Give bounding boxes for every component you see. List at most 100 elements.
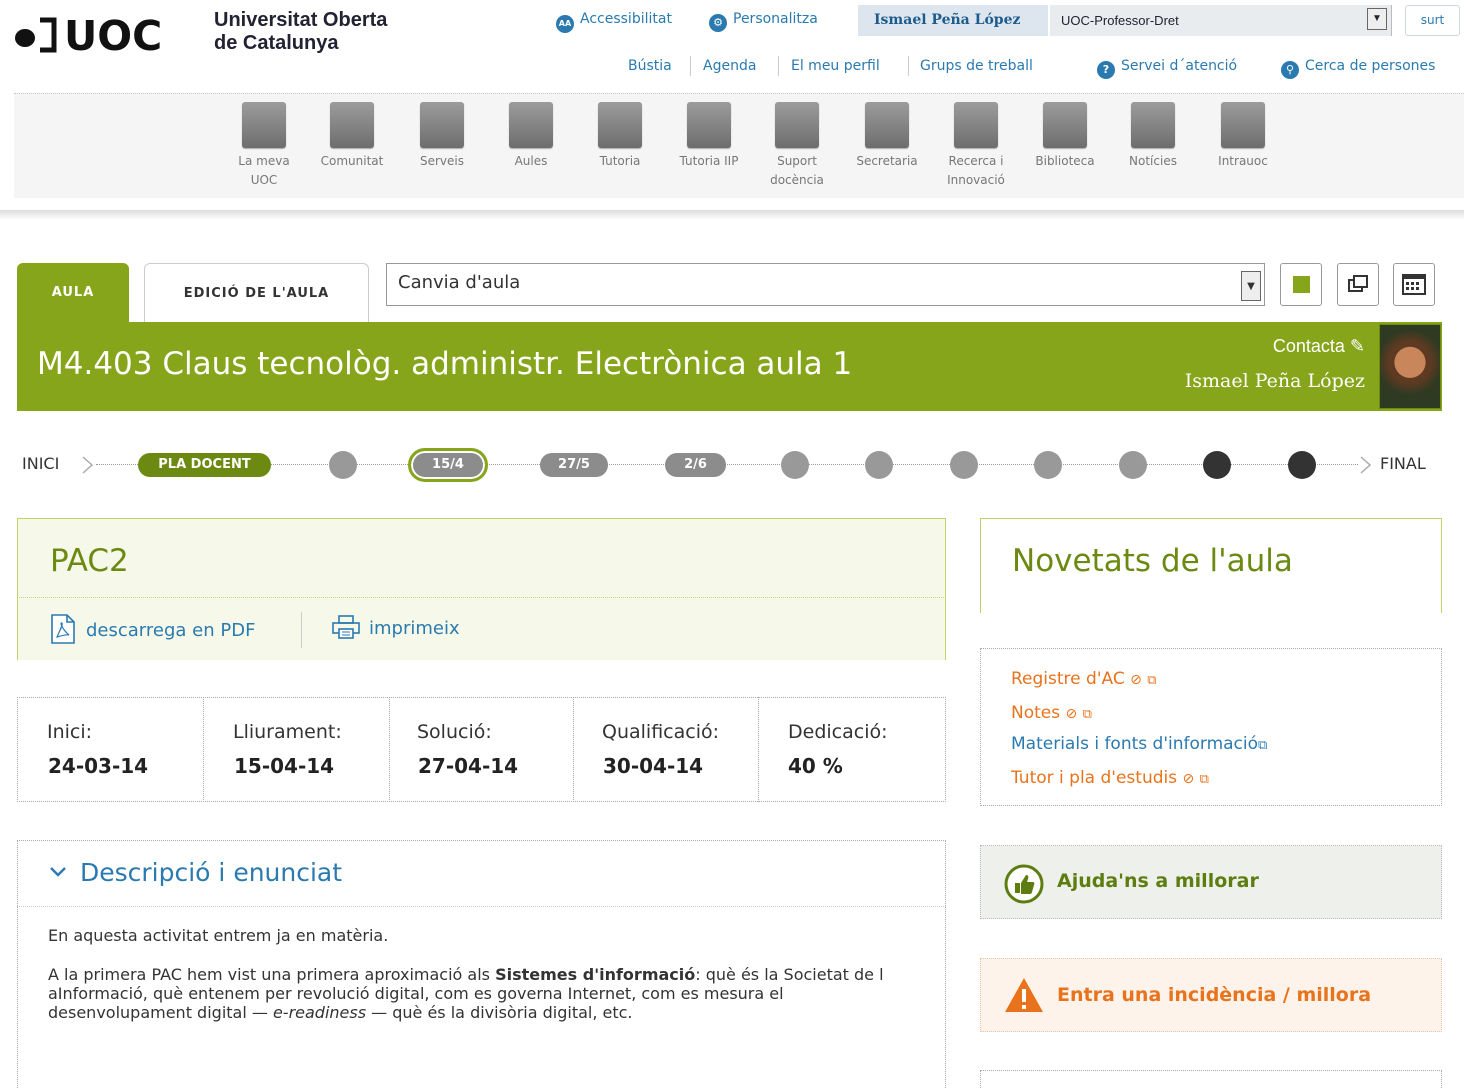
change-classroom-select[interactable]: Canvia d'aula ▼ (386, 263, 1265, 306)
timeline-dot[interactable] (781, 451, 809, 479)
role-select[interactable]: UOC-Professor-Dret ▼ (1050, 5, 1392, 36)
university-name: Universitat Oberta de Catalunya (214, 9, 387, 55)
nav-item-my-uoc[interactable]: La meva UOC (224, 102, 304, 190)
incident-title[interactable]: Entra una incidència / millora (1057, 984, 1371, 1006)
uoc-logo[interactable]: UOC (14, 12, 184, 60)
nav-item-label: Comunitat (320, 154, 384, 168)
description-body: En aquesta activitat entrem ja en matèri… (48, 926, 918, 1022)
calendar-button[interactable] (1393, 263, 1435, 306)
help-icon: ? (1097, 61, 1115, 79)
services-icon (420, 102, 464, 148)
grades-link[interactable]: Notes ⊘ ⧉ (1011, 703, 1092, 723)
tutor-plan-link[interactable]: Tutor i pla d'estudis ⊘ ⧉ (1011, 768, 1209, 788)
date-cell (574, 697, 759, 802)
tab-edit-aula[interactable]: EDICIÓ DE L'AULA (144, 263, 369, 323)
tutor-name[interactable]: Ismael Peña López (1185, 370, 1365, 392)
personalize-link[interactable]: ⚙ Personalitza (709, 11, 818, 32)
date-cell (204, 697, 390, 802)
chevron-down-icon[interactable]: ▼ (1367, 8, 1387, 30)
avatar[interactable] (1379, 324, 1441, 409)
divider (17, 906, 946, 907)
news-title: Novetats de l'aula (1012, 543, 1293, 579)
university-name-line2: de Catalunya (214, 32, 339, 54)
timeline-plan[interactable]: PLA DOCENT (138, 453, 271, 477)
agenda-link[interactable]: Agenda (703, 58, 756, 74)
timeline-dot[interactable] (865, 451, 893, 479)
materials-link[interactable]: Materials i fonts d'informació⧉ (1011, 734, 1267, 754)
tab-aula[interactable]: AULA (17, 263, 129, 323)
service-label: Servei d´atenció (1121, 58, 1238, 74)
download-pdf-label: descarrega en PDF (86, 620, 256, 641)
nav-item-news[interactable]: Notícies (1113, 102, 1193, 171)
download-pdf-link[interactable]: descarrega en PDF (50, 614, 255, 644)
feedback-title[interactable]: Ajuda'ns a millorar (1057, 870, 1259, 892)
view-single-button[interactable] (1280, 263, 1322, 306)
my-profile-link[interactable]: El meu perfil (791, 58, 880, 74)
timeline-dot[interactable] (950, 451, 978, 479)
timeline-start: INICI (22, 454, 60, 473)
user-name[interactable]: Ismael Peña López (858, 5, 1048, 36)
description-paragraph-2: A la primera PAC hem vist una primera ap… (48, 965, 918, 1022)
description-italic: e-readiness (272, 1003, 367, 1022)
work-groups-link[interactable]: Grups de treball (920, 58, 1033, 74)
mailbox-link[interactable]: Bústia (628, 58, 672, 74)
people-search-label: Cerca de persones (1305, 58, 1436, 74)
hidden-eye-icon: ⊘ (1065, 706, 1078, 722)
nav-item-label: Notícies (1129, 154, 1177, 168)
description-title: Descripció i enunciat (80, 858, 343, 887)
nav-item-label: Intrauoc (1218, 154, 1268, 168)
secretariat-icon (865, 102, 909, 148)
divider (778, 56, 779, 76)
tutor-plan-label: Tutor i pla d'estudis (1011, 768, 1178, 788)
nav-item-tutoring-iip[interactable]: Tutoria IIP (669, 102, 749, 171)
service-link[interactable]: ? Servei d´atenció (1097, 58, 1237, 79)
timeline-date-2[interactable]: 27/5 (540, 453, 608, 477)
timeline-dot[interactable] (1034, 451, 1062, 479)
timeline-dot[interactable] (1288, 451, 1316, 479)
chevron-down-icon[interactable]: ▼ (1241, 271, 1261, 301)
nav-item-research[interactable]: Recerca i Innovació (936, 102, 1016, 190)
accessibility-link[interactable]: AA Accessibilitat (556, 11, 672, 33)
news-icon (1131, 102, 1175, 148)
exit-button[interactable]: surt (1405, 5, 1460, 36)
intrauoc-icon (1221, 102, 1265, 148)
nav-item-label: Biblioteca (1035, 154, 1095, 168)
print-link[interactable]: imprimeix (331, 614, 460, 640)
timeline-line (96, 464, 1358, 465)
pencil-icon: ✎ (1349, 336, 1365, 356)
nav-item-secretariat[interactable]: Secretaria (847, 102, 927, 171)
grade-date-value: 30-04-14 (603, 754, 704, 778)
nav-item-library[interactable]: Biblioteca (1025, 102, 1105, 171)
nav-item-teaching-support[interactable]: Suport docència (757, 102, 837, 190)
timeline-dot[interactable] (1119, 451, 1147, 479)
timeline-current[interactable]: 15/4 (408, 448, 488, 482)
tutoring-iip-icon (687, 102, 731, 148)
nav-item-services[interactable]: Serveis (402, 102, 482, 171)
classroom-title: M4.403 Claus tecnològ. administr. Electr… (37, 346, 853, 382)
pdf-icon (51, 614, 75, 644)
divider (17, 597, 946, 598)
nav-item-label: Tutoria IIP (679, 154, 739, 168)
sidebar-panel (980, 1070, 1442, 1088)
description-toggle[interactable]: Descripció i enunciat (48, 858, 342, 887)
external-link-icon: ⧉ (1147, 673, 1157, 688)
ac-register-link[interactable]: Registre d'AC ⊘ ⧉ (1011, 669, 1157, 689)
start-date-value: 24-03-14 (48, 754, 149, 778)
timeline-date-3[interactable]: 2/6 (665, 453, 726, 477)
people-search-link[interactable]: ⚲ Cerca de persones (1281, 58, 1435, 79)
view-windows-button[interactable] (1337, 263, 1379, 306)
nav-item-tutoring[interactable]: Tutoria (580, 102, 660, 171)
community-icon (330, 102, 374, 148)
research-icon (954, 102, 998, 148)
nav-item-intrauoc[interactable]: Intrauoc (1203, 102, 1283, 171)
timeline-dot[interactable] (1203, 451, 1231, 479)
timeline-dot[interactable] (329, 451, 357, 479)
external-link-icon: ⧉ (1258, 738, 1268, 753)
nav-item-label: Tutoria (599, 154, 641, 168)
delivery-date-label: Lliurament: (233, 721, 342, 743)
nav-item-classrooms[interactable]: Aules (491, 102, 571, 171)
nav-item-label: Aules (514, 154, 548, 168)
contact-link[interactable]: Contacta ✎ (1273, 336, 1365, 357)
nav-item-community[interactable]: Comunitat (312, 102, 392, 171)
role-select-value: UOC-Professor-Dret (1061, 13, 1179, 28)
